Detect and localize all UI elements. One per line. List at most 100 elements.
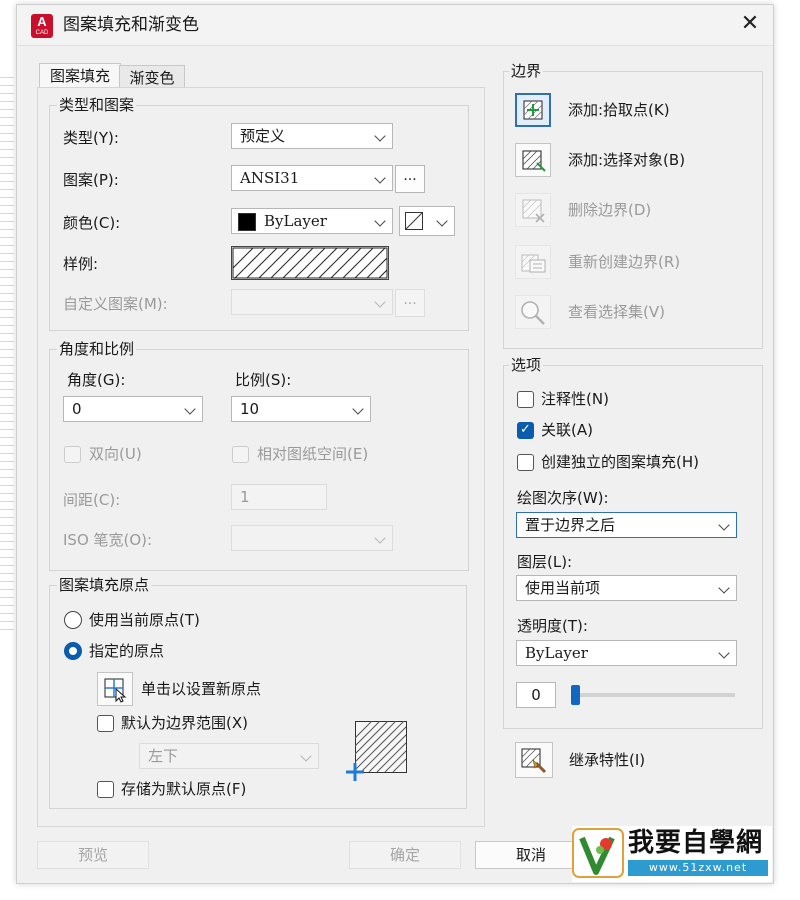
extent-position-select[interactable]: 左下 (139, 743, 319, 769)
spacing-input[interactable]: 1 (231, 484, 327, 510)
default-extent-label: 默认为边界范围(X) (121, 714, 248, 732)
no-color-icon (405, 212, 423, 230)
chevron-down-icon (718, 582, 730, 594)
layer-label: 图层(L): (517, 553, 573, 571)
type-label: 类型(Y): (63, 129, 119, 147)
custom-browse-button[interactable]: ... (395, 289, 425, 317)
recreate-boundary-icon (521, 254, 546, 273)
iso-pen-width-label: ISO 笔宽(O): (63, 531, 153, 549)
close-icon[interactable]: ✕ (737, 11, 763, 37)
pick-point-icon (523, 100, 543, 120)
double-label: 双向(U) (89, 445, 142, 463)
preview-button[interactable]: 预览 (37, 841, 149, 869)
tab-gradient[interactable]: 渐变色 (119, 65, 185, 88)
layer-select[interactable]: 使用当前项 (516, 575, 737, 601)
chevron-down-icon (374, 130, 386, 142)
options-legend: 选项 (509, 355, 544, 375)
chevron-down-icon (436, 215, 448, 227)
transparency-slider-track[interactable] (571, 693, 735, 697)
transparency-select[interactable]: ByLayer (516, 640, 737, 666)
annotative-checkbox[interactable] (517, 391, 534, 408)
watermark-url: www.51zxw.net (628, 860, 768, 876)
extent-position-value: 左下 (148, 747, 179, 765)
scale-label: 比例(S): (235, 371, 292, 389)
dialog-title: 图案填充和渐变色 (63, 15, 199, 35)
separate-hatches-checkbox[interactable] (517, 454, 534, 471)
tab-hatch[interactable]: 图案填充 (39, 63, 121, 88)
view-selections-button[interactable] (515, 295, 551, 329)
pattern-select[interactable]: ANSI31 (231, 165, 393, 191)
type-value: 预定义 (240, 127, 286, 145)
custom-pattern-select[interactable] (231, 289, 393, 315)
recreate-boundary-button[interactable] (515, 245, 551, 279)
set-origin-button[interactable] (97, 672, 133, 706)
scale-select[interactable]: 10 (231, 396, 371, 422)
scale-value: 10 (240, 400, 260, 418)
chevron-down-icon (374, 532, 386, 544)
draw-order-label: 绘图次序(W): (517, 489, 609, 507)
layer-value: 使用当前项 (525, 579, 601, 597)
recreate-boundary-label: 重新创建边界(R) (568, 253, 681, 271)
chevron-down-icon (352, 403, 364, 415)
remove-boundaries-button[interactable] (515, 193, 551, 227)
add-select-objects-button[interactable] (515, 143, 551, 177)
transparency-slider-thumb[interactable] (571, 685, 580, 705)
iso-pen-width-select[interactable] (231, 525, 393, 551)
chevron-down-icon (718, 647, 730, 659)
boundary-legend: 边界 (509, 61, 544, 81)
origin-preview (346, 721, 407, 781)
use-current-origin-radio[interactable] (64, 611, 82, 629)
specified-origin-label: 指定的原点 (89, 642, 165, 660)
pattern-label: 图案(P): (63, 171, 119, 189)
add-select-objects-label: 添加:选择对象(B) (568, 151, 686, 169)
set-origin-icon (104, 678, 127, 703)
autocad-app-icon: A CAD (31, 14, 53, 38)
color-label: 颜色(C): (63, 214, 121, 232)
transparency-label: 透明度(T): (517, 617, 588, 635)
draw-order-select[interactable]: 置于边界之后 (516, 512, 737, 538)
pattern-value: ANSI31 (240, 169, 300, 187)
type-select[interactable]: 预定义 (231, 123, 393, 149)
transparency-value: ByLayer (525, 644, 588, 662)
remove-boundaries-label: 删除边界(D) (568, 201, 652, 219)
chevron-down-icon (300, 750, 312, 762)
double-checkbox[interactable] (64, 446, 81, 463)
use-current-origin-label: 使用当前原点(T) (89, 611, 200, 629)
add-pick-points-button[interactable] (515, 93, 551, 127)
hatch-origin-legend: 图案填充原点 (57, 575, 152, 595)
type-pattern-legend: 类型和图案 (57, 95, 137, 115)
specified-origin-radio[interactable] (64, 642, 82, 660)
default-extent-checkbox[interactable] (97, 715, 114, 732)
chevron-down-icon (718, 519, 730, 531)
relative-paperspace-checkbox[interactable] (232, 446, 249, 463)
inherit-properties-label: 继承特性(I) (569, 751, 646, 769)
ok-button[interactable]: 确定 (349, 841, 461, 869)
sample-label: 样例: (63, 255, 99, 273)
relative-paperspace-label: 相对图纸空间(E) (257, 445, 369, 463)
background-color-select[interactable] (399, 206, 455, 236)
angle-label: 角度(G): (67, 371, 126, 389)
inherit-properties-button[interactable] (515, 742, 553, 778)
angle-select[interactable]: 0 (63, 396, 203, 422)
spacing-label: 间距(C): (63, 491, 121, 509)
associative-label: 关联(A) (541, 421, 593, 439)
site-watermark: 我要自學網 www.51zxw.net (572, 826, 772, 882)
transparency-amount-input[interactable]: 0 (516, 682, 556, 708)
color-select[interactable]: ByLayer (231, 208, 393, 234)
store-default-checkbox[interactable] (97, 781, 114, 798)
pattern-sample[interactable] (231, 246, 389, 280)
angle-value: 0 (72, 400, 82, 418)
add-pick-points-label: 添加:拾取点(K) (568, 101, 670, 119)
click-set-origin-label: 单击以设置新原点 (141, 680, 262, 698)
select-objects-icon (522, 150, 546, 172)
remove-boundary-icon (522, 199, 545, 223)
annotative-label: 注释性(N) (541, 390, 609, 408)
watermark-text: 我要自學網 (628, 828, 764, 858)
color-swatch (238, 213, 256, 231)
cancel-button[interactable]: 取消 (475, 841, 587, 869)
store-default-label: 存储为默认原点(F) (121, 780, 247, 798)
site-logo-icon (572, 828, 624, 878)
chevron-down-icon (374, 172, 386, 184)
pattern-browse-button[interactable]: ... (395, 165, 425, 193)
associative-checkbox[interactable]: ✓ (517, 422, 534, 439)
